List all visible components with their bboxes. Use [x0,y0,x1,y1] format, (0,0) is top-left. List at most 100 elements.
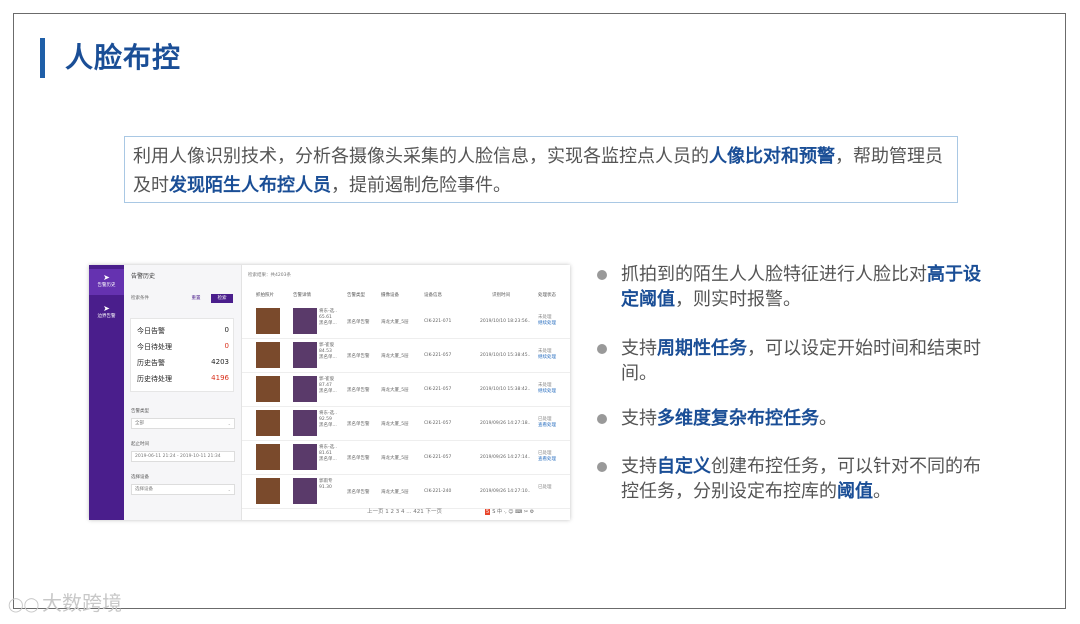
handle-link[interactable]: 继续处理 [538,321,556,327]
sidebar-item-boundary-alarm[interactable]: ➤ 边界告警 [89,301,124,325]
bullet-icon [597,414,607,424]
alarm-detail: 郭-崔俊 84.53 黑名单... [319,343,337,360]
camera-name: 海龙大厦_5层 [381,490,409,495]
results-area: 检索结果：共4203条 抓拍照片 告警详情 告警类型 摄像设备 设备信息 识别时… [242,265,570,520]
bullet-icon [597,270,607,280]
status-cell: 已处理 查看处理 [538,417,556,429]
col-header: 识别时间 [492,293,510,298]
capture-photo [256,308,280,334]
feature-text: 。 [819,408,837,429]
feature-text: 。 [873,481,891,502]
col-header: 告警详情 [293,293,311,298]
search-button[interactable]: 检索 [211,294,233,303]
recognition-time: 2019/10/10 15:38:42.. [480,387,531,392]
handle-link[interactable]: 继续处理 [538,389,556,395]
handle-link[interactable]: 查看处理 [538,423,556,429]
table-row[interactable]: 将东-选.. 81.61 黑名单... 黑名单告警 海龙大厦_5层 CIK-221-057… [242,441,570,475]
chevron-down-icon: ⌄ [227,487,231,492]
system-tray: 5S 中 ·, ☺ ⌨ ✂ ⚙ [485,509,535,515]
device-label: 选择设备 [131,475,149,480]
table-row[interactable]: 将东-选.. 65.61 黑名单... 黑名单告警 海龙大厦_5层 CIK-221-071… [242,305,570,339]
table-row[interactable]: 郭雨专 91.30 黑名单告警 海龙大厦_5层 CIK-221-240 2019/09/2… [242,475,570,509]
logo-icon: ◯◯ [8,596,40,613]
table-header: 抓拍照片 告警详情 告警类型 摄像设备 设备信息 识别时间 处理状态 [242,292,570,301]
device-info: CIK-221-057 [424,387,452,392]
alarm-type: 黑名单告警 [347,320,370,325]
device-info: CIK-221-057 [424,421,452,426]
recognition-time: 2019/09/26 14:27:14.. [480,455,531,460]
intro-bold-1: 人像比对和预警 [709,146,835,167]
filter-label: 检索条件 [131,296,149,301]
alarm-type: 黑名单告警 [347,354,370,359]
col-header: 处理状态 [538,293,556,298]
col-header: 告警类型 [347,293,365,298]
feature-text: ，则实时报警。 [675,289,801,310]
alarm-type-label: 告警类型 [131,409,149,414]
feature-highlight: 多维度复杂布控任务 [657,408,819,429]
table-row[interactable]: 郭-崔俊 84.53 黑名单... 黑名单告警 海龙大厦_5层 CIK-221-057 20… [242,339,570,373]
panel-title: 告警历史 [131,273,156,280]
camera-name: 海龙大厦_5层 [381,422,409,427]
status-cell: 未处理 继续处理 [538,383,556,395]
alarm-type-select[interactable]: 全部 ⌄ [131,418,235,429]
handle-link[interactable]: 继续处理 [538,355,556,361]
stat-history-alarm: 历史告警 4203 [137,358,229,367]
handle-link[interactable]: 查看处理 [538,457,556,463]
camera-name: 海龙大厦_5层 [381,388,409,393]
status-cell: 已处理 查看处理 [538,451,556,463]
match-photo [293,342,317,368]
capture-photo [256,478,280,504]
watermark: ◯◯ 大数跨境 [8,589,148,617]
camera-name: 海龙大厦_5层 [381,354,409,359]
bullet-icon [597,344,607,354]
status-cell: 未处理 继续处理 [538,315,556,327]
filter-panel: 告警历史 检索条件 重置 检索 今日告警 0 今日待处理 0 历史告警 4203 历史… [124,265,242,520]
feature-text: 抓拍到的陌生人人脸特征进行人脸比对 [621,264,927,285]
feature-text: 支持 [621,456,657,477]
table-row[interactable]: 将东-选.. 92.59 黑名单... 黑名单告警 海龙大厦_5层 CIK-221-057… [242,407,570,441]
sidebar-item-label: 告警历史 [97,283,116,288]
alarm-detail: 郭-崔俊 87.47 黑名单... [319,377,337,394]
device-info: CIK-221-057 [424,353,452,358]
device-select[interactable]: 选择设备 ⌄ [131,484,235,495]
app-sidebar: ➤ 告警历史 ➤ 边界告警 [89,265,124,520]
pin-icon: ➤ [103,273,110,282]
time-range-input[interactable]: 2019-06-11 21:24 - 2019-10-11 21:34 [131,451,235,462]
intro-text-3: ，提前遏制危险事件。 [331,175,511,196]
feature-highlight: 自定义 [657,456,711,477]
match-photo [293,308,317,334]
stat-history-pending: 历史待处理 4196 [137,374,229,383]
match-photo [293,376,317,402]
alarm-type: 黑名单告警 [347,422,370,427]
alarm-detail: 将东-选.. 65.61 黑名单... [319,309,337,326]
capture-photo [256,444,280,470]
recognition-time: 2019/10/10 18:23:56.. [480,319,531,324]
col-header: 摄像设备 [381,293,399,298]
alarm-detail: 将东-选.. 92.59 黑名单... [319,411,337,428]
match-photo [293,444,317,470]
device-info: CIK-221-057 [424,455,452,460]
feature-highlight: 周期性任务 [657,338,747,359]
col-header: 抓拍照片 [256,293,274,298]
col-header: 设备信息 [424,293,442,298]
table-row[interactable]: 郭-崔俊 87.47 黑名单... 黑名单告警 海龙大厦_5层 CIK-221-057 20… [242,373,570,407]
alarm-detail: 郭雨专 91.30 [319,479,333,490]
stats-card: 今日告警 0 今日待处理 0 历史告警 4203 历史待处理 4196 [130,318,234,392]
app-icon: 5 [485,509,491,515]
slide: 人脸布控 利用人像识别技术，分析各摄像头采集的人脸信息，实现各监控点人员的人像比… [0,0,1080,624]
feature-text: 支持 [621,338,657,359]
feature-highlight: 阈值 [837,481,873,502]
sidebar-item-alarm-history[interactable]: ➤ 告警历史 [89,269,124,295]
match-photo [293,478,317,504]
stat-today-pending: 今日待处理 0 [137,342,229,351]
alarm-type: 黑名单告警 [347,490,370,495]
intro-bold-2: 发现陌生人布控人员 [169,175,331,196]
pagination[interactable]: 上一页 1 2 3 4 ... 421 下一页 [367,507,442,515]
title-accent-bar [40,38,45,78]
sidebar-item-label: 边界告警 [97,314,116,319]
status-cell: 未处理 继续处理 [538,349,556,361]
alarm-type: 黑名单告警 [347,388,370,393]
stat-today-alarm: 今日告警 0 [137,326,229,335]
reset-button[interactable]: 重置 [187,294,205,303]
device-info: CIK-221-071 [424,319,452,324]
